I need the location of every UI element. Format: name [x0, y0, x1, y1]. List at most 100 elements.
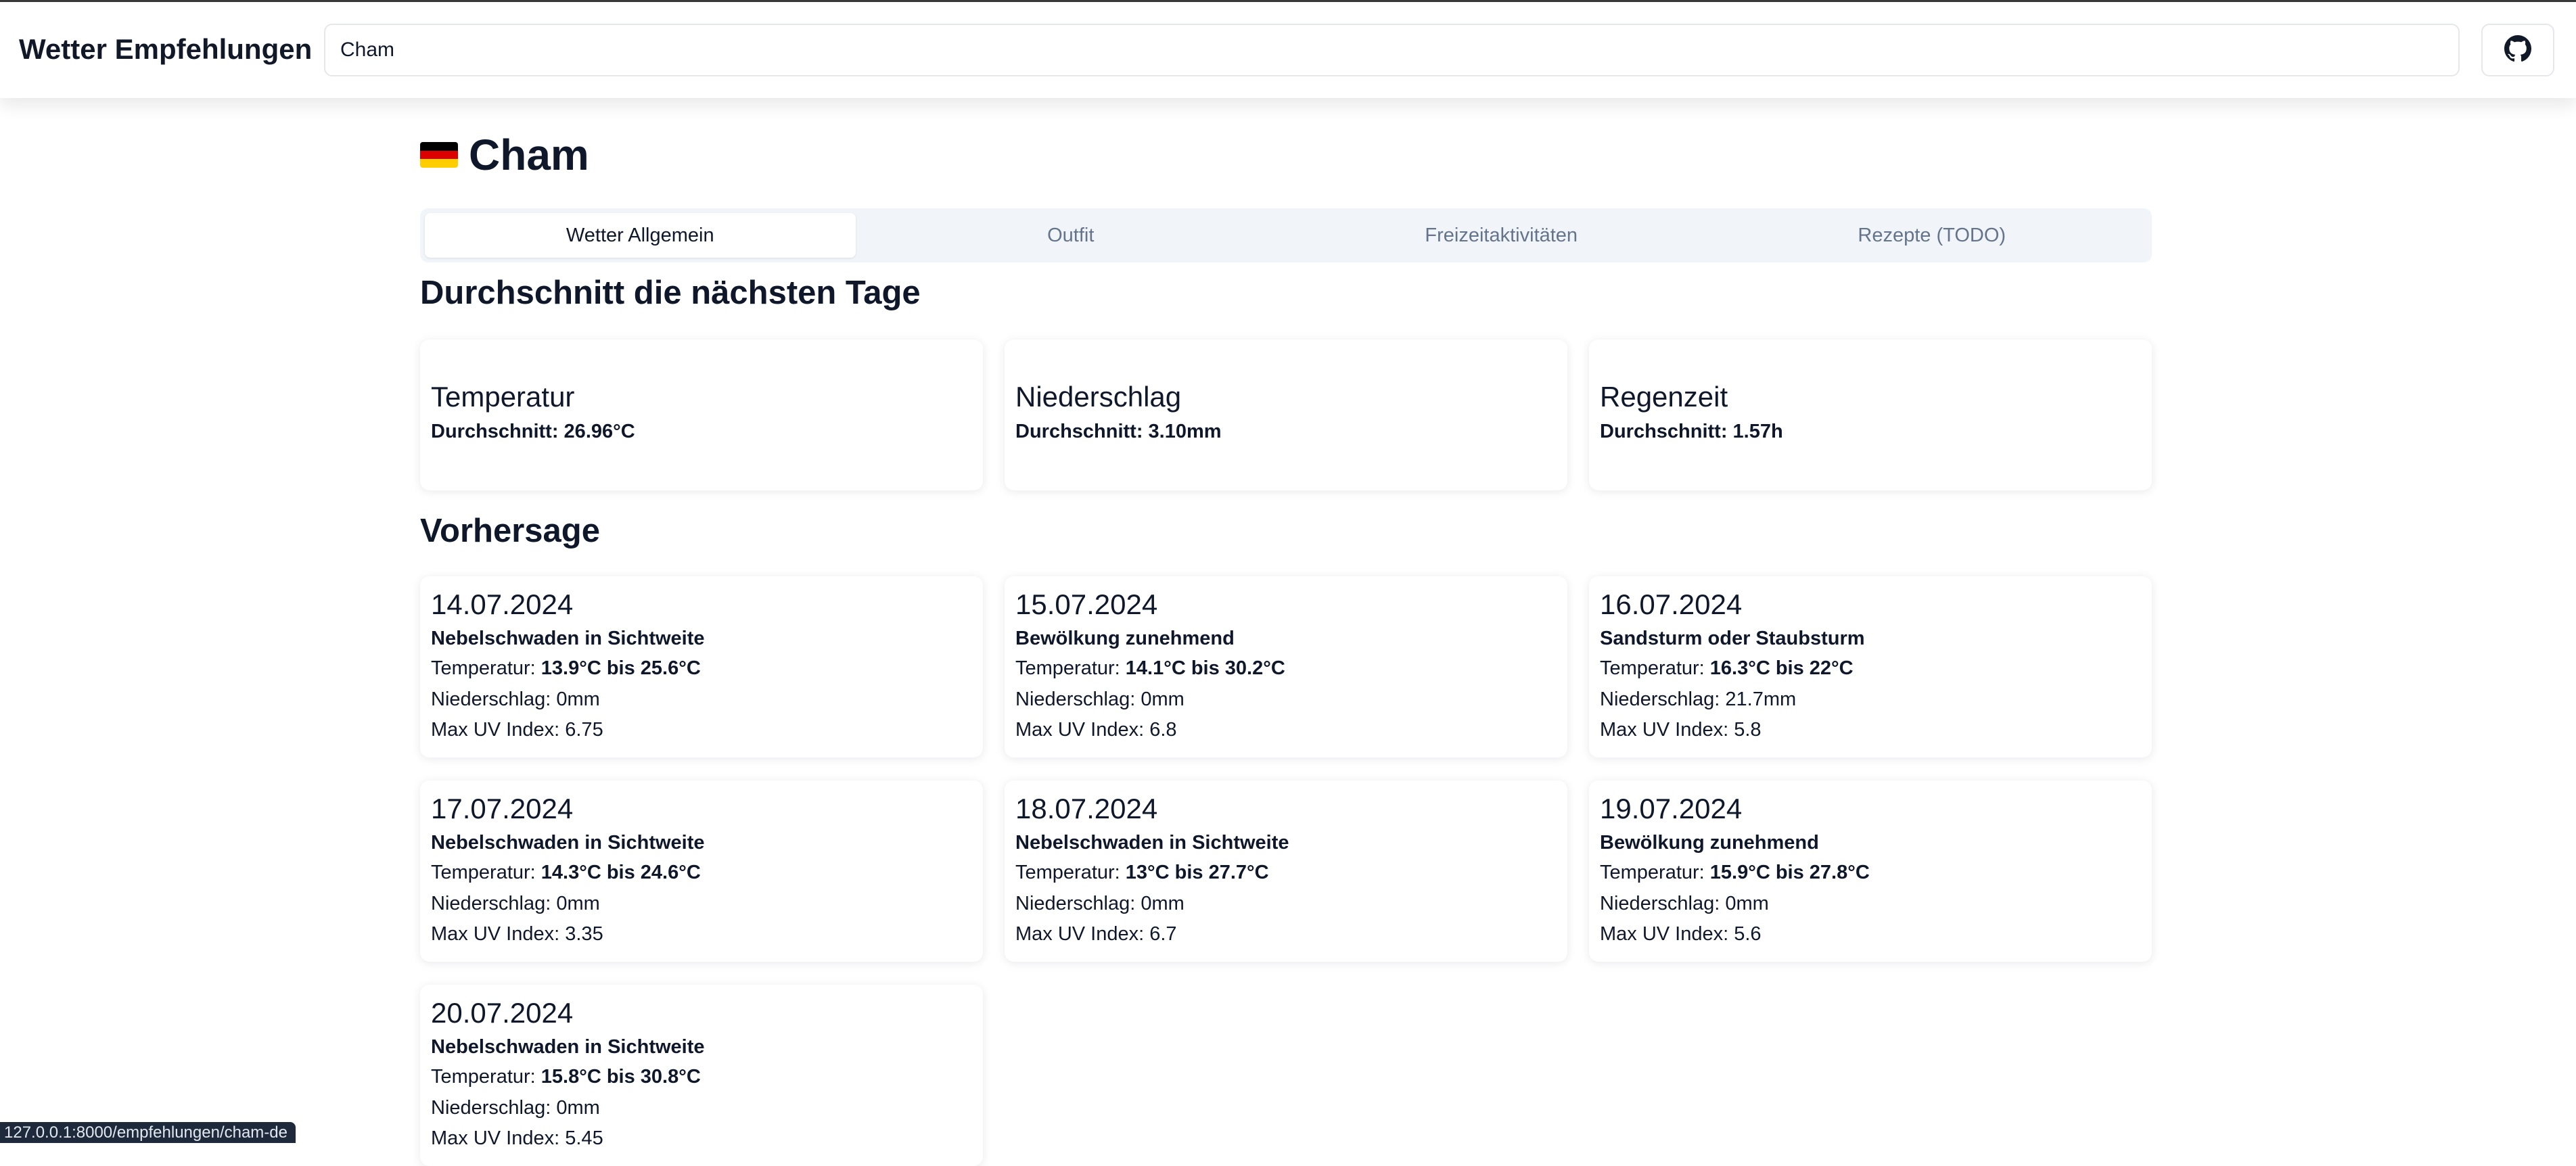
forecast-temperature-value: 14.1°C bis 30.2°C [1125, 657, 1285, 679]
forecast-temperature-value: 13°C bis 27.7°C [1125, 862, 1269, 883]
forecast-precipitation: Niederschlag: 0mm [1015, 893, 1184, 915]
forecast-uv-index-label: Max UV Index: [431, 719, 566, 741]
forecast-uv-index-value: 5.8 [1734, 719, 1762, 741]
forecast-precipitation: Niederschlag: 21.7mm [1600, 689, 1796, 711]
forecast-date: 19.07.2024 [1600, 793, 1743, 824]
avg-card-value: Durchschnitt: 26.96°C [431, 421, 635, 442]
forecast-uv-index-value: 3.35 [565, 923, 603, 945]
forecast-uv-index-label: Max UV Index: [1600, 923, 1734, 945]
forecast-temperature: Temperatur: 13°C bis 27.7°C [1015, 862, 1269, 884]
forecast-uv-index: Max UV Index: 6.8 [1015, 719, 1177, 741]
flag-stripe-black [420, 142, 458, 151]
tab-outfit[interactable]: Outfit [856, 213, 1287, 258]
status-bar-url: 127.0.0.1:8000/empfehlungen/cham-de [0, 1122, 296, 1143]
forecast-temperature: Temperatur: 16.3°C bis 22°C [1600, 657, 1854, 680]
forecast-description: Nebelschwaden in Sichtweite [431, 832, 705, 854]
forecast-precipitation-value: 0mm [1725, 893, 1769, 914]
forecast-uv-index-label: Max UV Index: [1015, 923, 1150, 945]
forecast-precipitation-label: Niederschlag: [1015, 689, 1141, 710]
forecast-precipitation-value: 0mm [556, 1097, 600, 1119]
avg-card-value: Durchschnitt: 1.57h [1600, 421, 1783, 442]
de-flag-icon [420, 142, 458, 168]
forecast-temperature: Temperatur: 15.9°C bis 27.8°C [1600, 862, 1870, 884]
forecast-temperature-label: Temperatur: [431, 1066, 541, 1088]
forecast-temperature-value: 14.3°C bis 24.6°C [540, 862, 701, 883]
forecast-precipitation-value: 0mm [1141, 893, 1184, 914]
forecast-precipitation-label: Niederschlag: [1600, 893, 1726, 914]
forecast-precipitation-value: 21.7mm [1725, 689, 1797, 710]
forecast-card: 18.07.2024 Nebelschwaden in Sichtweite Tem… [1005, 780, 1567, 962]
avg-card-title: Niederschlag [1015, 381, 1182, 413]
forecast-temperature-label: Temperatur: [1600, 657, 1710, 679]
forecast-temperature-label: Temperatur: [1600, 862, 1710, 883]
forecast-description: Nebelschwaden in Sichtweite [431, 628, 705, 649]
forecast-temperature-value: 15.9°C bis 27.8°C [1709, 862, 1870, 883]
forecast-card: 16.07.2024 Sandsturm oder Staubsturm Tempe… [1589, 576, 2152, 757]
forecast-precipitation-value: 0mm [1141, 689, 1184, 710]
forecast-date: 20.07.2024 [431, 997, 574, 1029]
forecast-precipitation-label: Niederschlag: [1015, 893, 1141, 914]
forecast-uv-index: Max UV Index: 3.35 [431, 923, 603, 946]
forecast-uv-index-value: 5.6 [1734, 923, 1762, 945]
forecast-precipitation: Niederschlag: 0mm [1015, 689, 1184, 711]
forecast-date: 15.07.2024 [1015, 588, 1158, 620]
forecast-uv-index-label: Max UV Index: [1015, 719, 1150, 741]
city-search-input[interactable] [324, 24, 2460, 76]
tab-wetter-allgemein[interactable]: Wetter Allgemein [425, 213, 856, 258]
forecast-temperature-label: Temperatur: [431, 657, 541, 679]
github-button[interactable] [2481, 24, 2554, 76]
forecast-description: Nebelschwaden in Sichtweite [431, 1036, 705, 1058]
averages-heading: Durchschnitt die nächsten Tage [420, 275, 921, 311]
forecast-precipitation-label: Niederschlag: [431, 1097, 557, 1119]
forecast-uv-index-value: 6.75 [565, 719, 603, 741]
forecast-card: 14.07.2024 Nebelschwaden in Sichtweite Tem… [420, 576, 983, 757]
avg-card-title: Temperatur [431, 381, 575, 413]
app-title: Wetter Empfehlungen [19, 33, 313, 65]
forecast-temperature-value: 16.3°C bis 22°C [1709, 657, 1854, 679]
github-icon [2504, 34, 2531, 66]
tab-bar: Wetter Allgemein Outfit Freizeitaktivitä… [420, 208, 2152, 262]
forecast-temperature-value: 13.9°C bis 25.6°C [540, 657, 701, 679]
forecast-description: Bewölkung zunehmend [1600, 832, 1819, 854]
forecast-card: 19.07.2024 Bewölkung zunehmend Temperatur:… [1589, 780, 2152, 962]
forecast-uv-index-label: Max UV Index: [1600, 719, 1734, 741]
flag-stripe-gold [420, 159, 458, 168]
forecast-date: 14.07.2024 [431, 588, 574, 620]
tab-freizeitaktivitaeten[interactable]: Freizeitaktivitäten [1286, 213, 1717, 258]
forecast-precipitation-value: 0mm [556, 893, 600, 914]
forecast-card: 15.07.2024 Bewölkung zunehmend Temperatur:… [1005, 576, 1567, 757]
forecast-precipitation-label: Niederschlag: [431, 689, 557, 710]
forecast-uv-index: Max UV Index: 6.75 [431, 719, 603, 741]
avg-card-precipitation: Niederschlag Durchschnitt: 3.10mm [1005, 340, 1567, 490]
avg-card-value: Durchschnitt: 3.10mm [1015, 421, 1222, 442]
app-header: Wetter Empfehlungen [0, 2, 2576, 98]
forecast-precipitation: Niederschlag: 0mm [431, 893, 600, 915]
forecast-heading: Vorhersage [420, 513, 600, 549]
forecast-precipitation-value: 0mm [556, 689, 600, 710]
city-name: Cham [469, 131, 589, 179]
forecast-date: 16.07.2024 [1600, 588, 1743, 620]
forecast-card: 17.07.2024 Nebelschwaden in Sichtweite Tem… [420, 780, 983, 962]
forecast-description: Nebelschwaden in Sichtweite [1015, 832, 1289, 854]
forecast-uv-index: Max UV Index: 6.7 [1015, 923, 1177, 946]
forecast-date: 17.07.2024 [431, 793, 574, 824]
tab-rezepte[interactable]: Rezepte (TODO) [1717, 213, 2148, 258]
forecast-precipitation: Niederschlag: 0mm [431, 689, 600, 711]
forecast-description: Bewölkung zunehmend [1015, 628, 1235, 649]
forecast-uv-index-label: Max UV Index: [431, 923, 566, 945]
forecast-card: 20.07.2024 Nebelschwaden in Sichtweite Tem… [420, 985, 983, 1166]
forecast-uv-index-value: 6.8 [1149, 719, 1177, 741]
forecast-temperature-label: Temperatur: [431, 862, 541, 883]
avg-card-title: Regenzeit [1600, 381, 1728, 413]
forecast-temperature-value: 15.8°C bis 30.8°C [540, 1066, 701, 1088]
forecast-temperature: Temperatur: 13.9°C bis 25.6°C [431, 657, 701, 680]
forecast-temperature-label: Temperatur: [1015, 862, 1126, 883]
forecast-precipitation: Niederschlag: 0mm [1600, 893, 1769, 915]
city-heading: Cham [420, 128, 589, 182]
forecast-uv-index: Max UV Index: 5.6 [1600, 923, 1762, 946]
forecast-precipitation-label: Niederschlag: [1600, 689, 1726, 710]
forecast-date: 18.07.2024 [1015, 793, 1158, 824]
forecast-temperature: Temperatur: 14.1°C bis 30.2°C [1015, 657, 1285, 680]
forecast-uv-index: Max UV Index: 5.8 [1600, 719, 1762, 741]
avg-card-rain-duration: Regenzeit Durchschnitt: 1.57h [1589, 340, 2152, 490]
